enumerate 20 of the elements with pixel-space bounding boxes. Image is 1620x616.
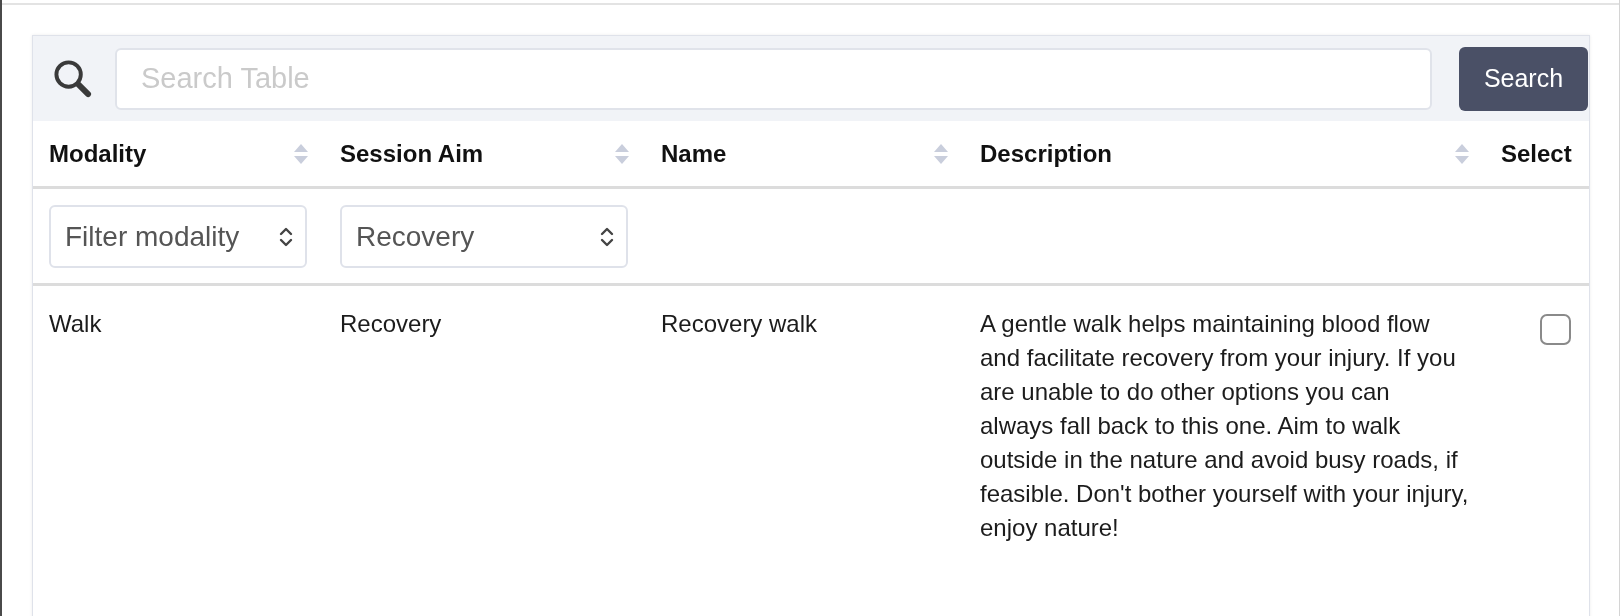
table-cell-text: Recovery bbox=[340, 309, 443, 339]
table-cell-text: Recovery walk bbox=[661, 309, 819, 339]
filter-select[interactable]: Recovery bbox=[340, 205, 628, 268]
chevron-up-down-icon bbox=[600, 226, 614, 247]
table-cell-text: Walk bbox=[49, 309, 103, 339]
sort-icon[interactable] bbox=[615, 143, 629, 164]
column-header[interactable]: Name bbox=[661, 135, 727, 172]
column-header[interactable]: Session Aim bbox=[340, 135, 484, 172]
checkbox[interactable] bbox=[1540, 314, 1571, 345]
filter-select[interactable]: Filter modality bbox=[49, 205, 307, 268]
search-button[interactable]: Search bbox=[1459, 46, 1588, 111]
description-text: A gentle walk helps maintaining blood flow and facilitate recovery from your injury. If you are unable to do other options you can always fall back to this one. Aim to walk outside in the nature and avoid busy roads, if feasible. Don't bother yourself with your injury, enjoy nature! bbox=[980, 309, 1469, 543]
sort-icon[interactable] bbox=[294, 143, 308, 164]
column-header[interactable]: Description bbox=[980, 135, 1113, 172]
column-header[interactable]: Modality bbox=[49, 135, 147, 172]
chevron-up-down-icon bbox=[279, 226, 293, 247]
sort-icon[interactable] bbox=[1455, 143, 1469, 164]
sort-icon[interactable] bbox=[934, 143, 948, 164]
search-icon bbox=[53, 58, 93, 99]
column-header[interactable]: Select bbox=[1501, 135, 1572, 172]
